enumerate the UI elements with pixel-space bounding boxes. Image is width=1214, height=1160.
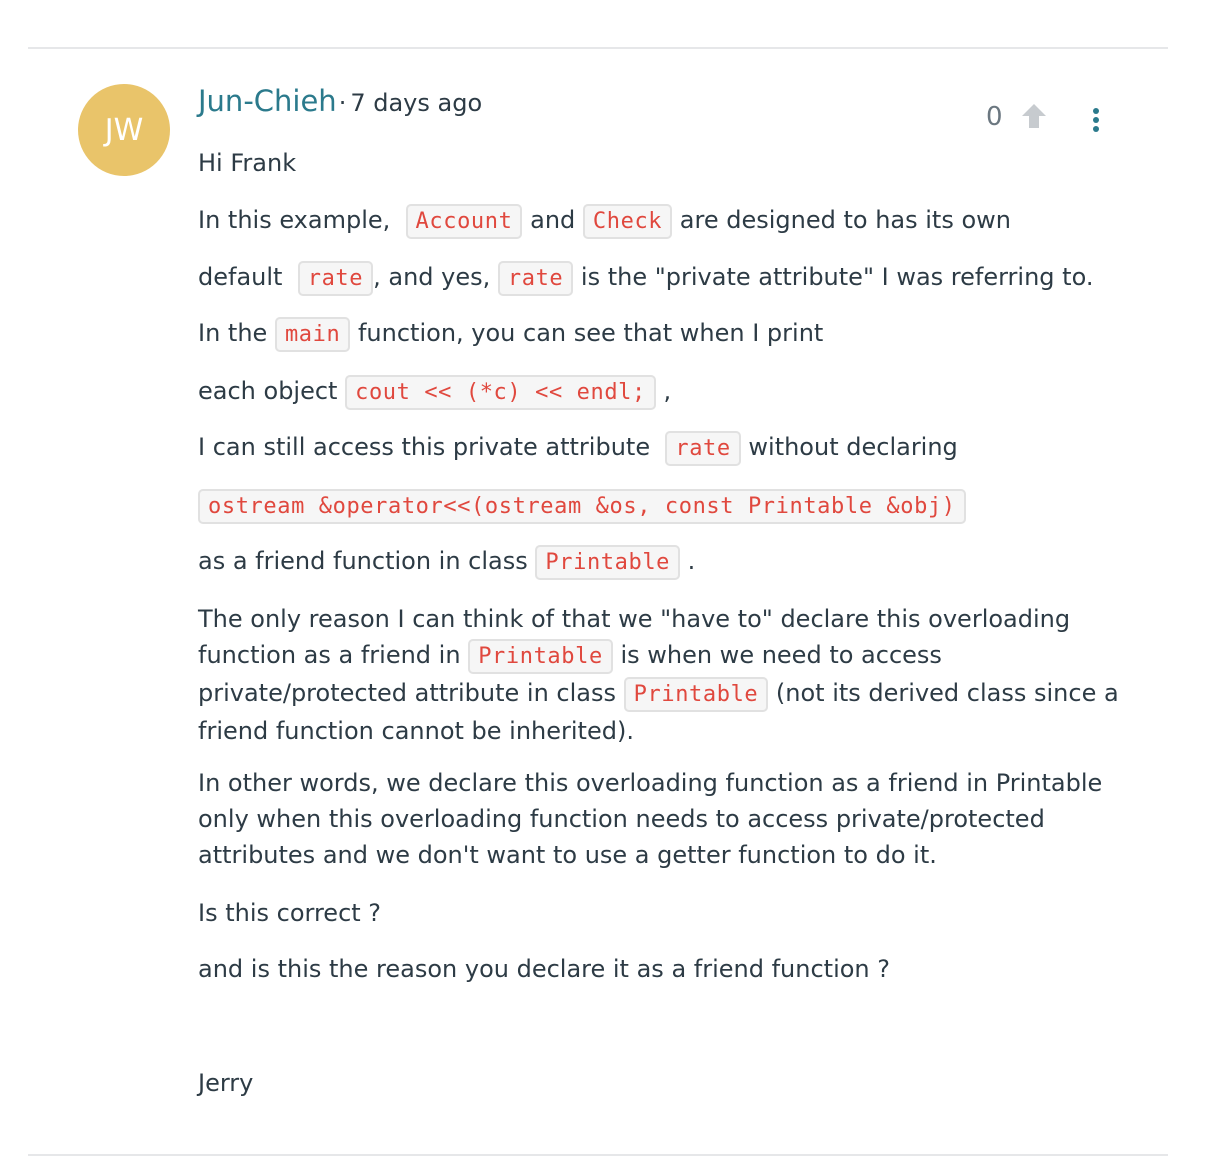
inline-code: main	[274, 317, 351, 352]
meta-separator: ·	[338, 89, 347, 117]
comment-signature: Jerry	[198, 1069, 254, 1097]
comment-line: default rate, and yes, rate is the "priv…	[198, 259, 1093, 297]
inline-code: cout << (*c) << endl;	[345, 375, 656, 410]
comment-line: In the main function, you can see that w…	[198, 315, 823, 353]
comment-paragraph: In other words, we declare this overload…	[198, 769, 1103, 869]
kebab-menu-icon[interactable]	[1082, 104, 1110, 136]
comment-question: Is this correct ?	[198, 899, 382, 927]
timestamp: 7 days ago	[350, 89, 483, 117]
inline-code: Printable	[535, 545, 681, 580]
comment-line: as a friend function in class Printable …	[198, 543, 695, 581]
comment-line: In this example, Account and Check are d…	[198, 202, 1011, 240]
inline-code: Printable	[468, 639, 613, 674]
comment-line: each object cout << (*c) << endl; ,	[198, 373, 671, 411]
inline-code: rate	[665, 431, 741, 466]
comment-paragraph: The only reason I can think of that we "…	[198, 605, 1119, 745]
inline-code: rate	[497, 261, 574, 296]
comment-greeting: Hi Frank	[198, 149, 297, 177]
top-divider	[28, 47, 1168, 49]
avatar[interactable]: JW	[78, 84, 170, 176]
inline-code: Account	[405, 204, 523, 239]
comment-line: ostream &operator<<(ostream &os, const P…	[198, 487, 966, 525]
comment-question: and is this the reason you declare it as…	[198, 955, 891, 983]
avatar-initials: JW	[104, 112, 144, 148]
vote-count: 0	[986, 102, 1003, 132]
inline-code: Check	[582, 204, 673, 239]
author-link[interactable]: Jun-Chieh	[198, 84, 337, 118]
inline-code: ostream &operator<<(ostream &os, const P…	[198, 489, 966, 524]
arrow-up-icon[interactable]	[1018, 100, 1050, 132]
inline-code: Printable	[623, 677, 769, 712]
comment-line: I can still access this private attribut…	[198, 429, 958, 467]
bottom-divider	[28, 1154, 1168, 1156]
inline-code: rate	[297, 261, 374, 296]
comment-meta: Jun-Chieh · 7 days ago	[198, 84, 482, 124]
